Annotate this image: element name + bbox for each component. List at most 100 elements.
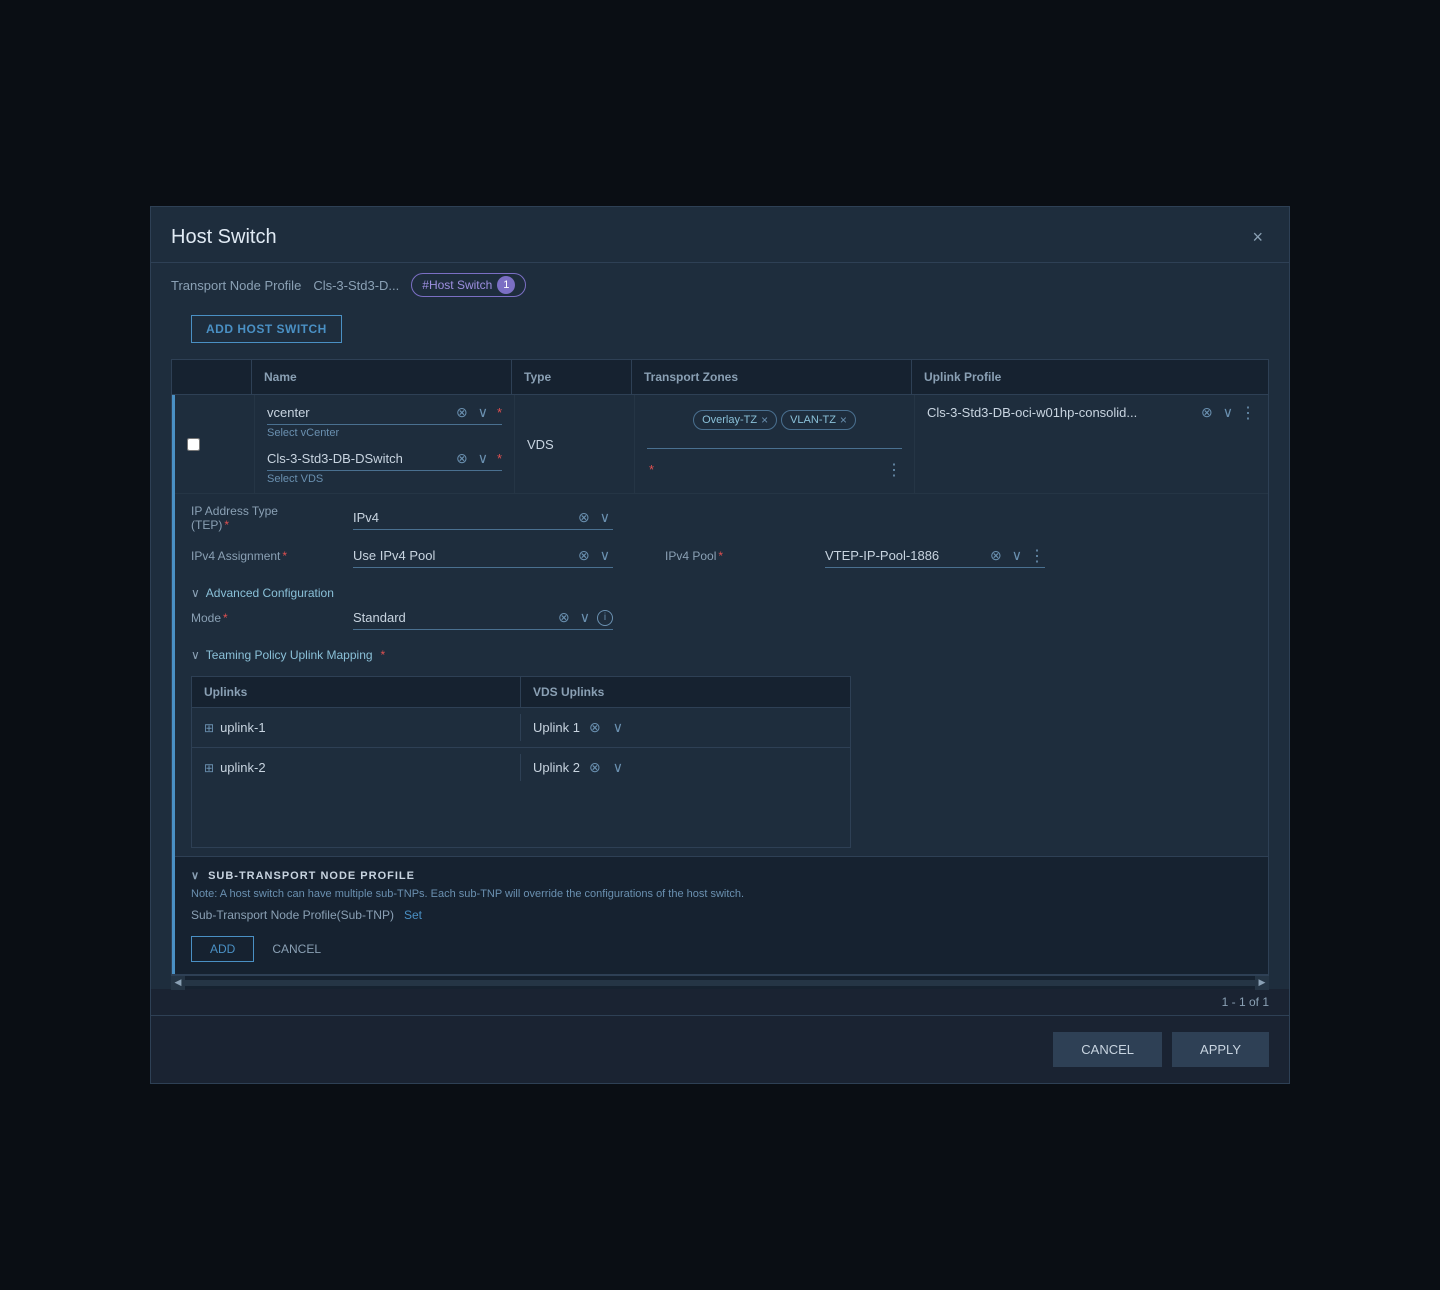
uplink-label-2: uplink-2 xyxy=(220,760,266,775)
mode-label: Mode* xyxy=(191,611,341,625)
scrollbar-track[interactable] xyxy=(185,980,1255,986)
ipv4-assignment-clear-button[interactable]: ⊗ xyxy=(575,546,593,565)
teaming-table: Uplinks VDS Uplinks ⊞ uplink-1 Uplink 1 xyxy=(191,676,851,848)
vds-required: * xyxy=(497,451,502,466)
tz-chip-label-2: VLAN-TZ xyxy=(790,414,836,426)
vcenter-clear-button[interactable]: ⊗ xyxy=(453,403,471,422)
sub-transport-section: ∨ SUB-TRANSPORT NODE PROFILE Note: A hos… xyxy=(175,856,1268,974)
col-header-checkbox xyxy=(172,360,252,394)
ip-type-clear-button[interactable]: ⊗ xyxy=(575,508,593,527)
vds-uplink-1-chevron[interactable]: ∨ xyxy=(610,718,626,737)
table-body: vcenter ⊗ ∨ * Select vCenter Cls-3-Std3-… xyxy=(172,395,1268,974)
teaming-row-1: ⊞ uplink-1 Uplink 1 ⊗ ∨ xyxy=(192,707,850,747)
row-uplink-profile-cell: Cls-3-Std3-DB-oci-w01hp-consolid... ⊗ ∨ … xyxy=(915,395,1268,493)
breadcrumb-label: Transport Node Profile xyxy=(171,278,301,293)
uplink-icon-1: ⊞ xyxy=(204,721,214,735)
mode-clear-button[interactable]: ⊗ xyxy=(555,608,573,627)
tz-more-button[interactable]: ⋮ xyxy=(886,460,902,480)
scroll-left-arrow[interactable]: ◀ xyxy=(171,976,185,990)
ipv4-pool-clear-button[interactable]: ⊗ xyxy=(987,546,1005,565)
host-switch-table: Name Type Transport Zones Uplink Profile xyxy=(171,359,1269,975)
host-switch-tag[interactable]: #Host Switch 1 xyxy=(411,273,526,297)
ipv4-assignment-value: Use IPv4 Pool xyxy=(353,544,571,567)
ipv4-assignment-label: IPv4 Assignment* xyxy=(191,549,341,563)
vcenter-value: vcenter xyxy=(267,405,449,420)
add-button[interactable]: ADD xyxy=(191,936,254,962)
transport-zone-chip-1: Overlay-TZ × xyxy=(693,410,777,430)
row-top: vcenter ⊗ ∨ * Select vCenter Cls-3-Std3-… xyxy=(175,395,1268,494)
col-header-transport-zones: Transport Zones xyxy=(632,360,912,394)
vds-uplink-2-chevron[interactable]: ∨ xyxy=(610,758,626,777)
tag-count: 1 xyxy=(497,276,515,294)
uplink-profile-field: Cls-3-Std3-DB-oci-w01hp-consolid... ⊗ ∨ xyxy=(927,403,1236,422)
teaming-policy-header[interactable]: ∨ Teaming Policy Uplink Mapping * xyxy=(191,642,1252,668)
ipv4-pool-chevron-button[interactable]: ∨ xyxy=(1009,546,1025,565)
mode-value: Standard xyxy=(353,606,551,629)
advanced-config-chevron-icon: ∨ xyxy=(191,586,200,600)
col-header-name: Name xyxy=(252,360,512,394)
teaming-vds-uplink-1[interactable]: Uplink 1 ⊗ ∨ xyxy=(521,712,850,743)
teaming-uplink-1: ⊞ uplink-1 xyxy=(192,714,521,741)
tz-chip-label-1: Overlay-TZ xyxy=(702,414,757,426)
pagination: 1 - 1 of 1 xyxy=(151,989,1289,1015)
row-transport-zones-cell: Overlay-TZ × VLAN-TZ × * ⋮ xyxy=(635,395,915,493)
teaming-vds-uplink-2[interactable]: Uplink 2 ⊗ ∨ xyxy=(521,752,850,783)
col-header-uplink-profile: Uplink Profile xyxy=(912,360,1268,394)
table-row: vcenter ⊗ ∨ * Select vCenter Cls-3-Std3-… xyxy=(172,395,1268,974)
breadcrumb: Transport Node Profile Cls-3-Std3-D... #… xyxy=(151,263,1289,307)
ipv4-pool-value: VTEP-IP-Pool-1886 xyxy=(825,544,983,567)
vcenter-required: * xyxy=(497,405,502,420)
row-checkbox[interactable] xyxy=(187,438,200,451)
uplink-profile-value: Cls-3-Std3-DB-oci-w01hp-consolid... xyxy=(927,405,1194,420)
vds-uplink-2-clear[interactable]: ⊗ xyxy=(586,758,604,777)
apply-button[interactable]: APPLY xyxy=(1172,1032,1269,1067)
mode-info-icon[interactable]: i xyxy=(597,610,613,626)
tz-chip-close-1[interactable]: × xyxy=(761,413,768,427)
sub-transport-profile-row: Sub-Transport Node Profile(Sub-TNP) Set xyxy=(191,908,1252,922)
vds-uplink-1-clear[interactable]: ⊗ xyxy=(586,718,604,737)
ipv4-assignment-chevron-button[interactable]: ∨ xyxy=(597,546,613,565)
vcenter-chevron-button[interactable]: ∨ xyxy=(475,403,491,422)
teaming-table-header: Uplinks VDS Uplinks xyxy=(192,677,850,707)
cancel-small-button[interactable]: CANCEL xyxy=(264,936,329,962)
ip-address-type-label: IP Address Type(TEP)* xyxy=(191,504,341,532)
tz-chip-close-2[interactable]: × xyxy=(840,413,847,427)
row-type-cell: VDS xyxy=(515,395,635,493)
select-vcenter-label: Select vCenter xyxy=(267,427,339,439)
teaming-uplink-2: ⊞ uplink-2 xyxy=(192,754,521,781)
vds-chevron-button[interactable]: ∨ xyxy=(475,449,491,468)
ip-address-type-field[interactable]: IPv4 ⊗ ∨ xyxy=(353,506,613,530)
teaming-row-2: ⊞ uplink-2 Uplink 2 ⊗ ∨ xyxy=(192,747,850,787)
advanced-config-header[interactable]: ∨ Advanced Configuration xyxy=(191,580,1252,606)
uplink-more-button[interactable]: ⋮ xyxy=(1240,403,1256,423)
ipv4-pool-label: IPv4 Pool* xyxy=(665,549,815,563)
uplink-chevron-button[interactable]: ∨ xyxy=(1220,403,1236,422)
sub-transport-note: Note: A host switch can have multiple su… xyxy=(191,888,1252,900)
ipv4-assignment-field[interactable]: Use IPv4 Pool ⊗ ∨ xyxy=(353,544,613,568)
ip-type-chevron-button[interactable]: ∨ xyxy=(597,508,613,527)
sub-transport-profile-label: Sub-Transport Node Profile(Sub-TNP) xyxy=(191,908,394,922)
col-header-type: Type xyxy=(512,360,632,394)
uplink-clear-button[interactable]: ⊗ xyxy=(1198,403,1216,422)
ipv4-pool-more-button[interactable]: ⋮ xyxy=(1029,546,1045,566)
sub-transport-chevron-icon[interactable]: ∨ xyxy=(191,869,200,882)
mode-chevron-button[interactable]: ∨ xyxy=(577,608,593,627)
add-host-switch-button[interactable]: ADD HOST SWITCH xyxy=(191,315,342,343)
pagination-text: 1 - 1 of 1 xyxy=(1222,995,1269,1009)
close-button[interactable]: × xyxy=(1246,225,1269,250)
horizontal-scrollbar[interactable]: ◀ ▶ xyxy=(171,975,1269,989)
cancel-button[interactable]: CANCEL xyxy=(1053,1032,1162,1067)
ip-address-type-value: IPv4 xyxy=(353,506,571,529)
ipv4-assignment-row: IPv4 Assignment* Use IPv4 Pool ⊗ ∨ IPv4 … xyxy=(191,544,1252,568)
vcenter-field: vcenter ⊗ ∨ * xyxy=(267,403,502,425)
scroll-right-arrow[interactable]: ▶ xyxy=(1255,976,1269,990)
action-row: ADD CANCEL xyxy=(191,936,1252,962)
tag-label: #Host Switch xyxy=(422,278,492,292)
vds-value: Cls-3-Std3-DB-DSwitch xyxy=(267,451,449,466)
vds-clear-button[interactable]: ⊗ xyxy=(453,449,471,468)
modal-title: Host Switch xyxy=(171,226,277,249)
sub-transport-set-link[interactable]: Set xyxy=(404,908,422,922)
mode-field[interactable]: Standard ⊗ ∨ i xyxy=(353,606,613,630)
vds-field: Cls-3-Std3-DB-DSwitch ⊗ ∨ * xyxy=(267,449,502,471)
ipv4-pool-field[interactable]: VTEP-IP-Pool-1886 ⊗ ∨ ⋮ xyxy=(825,544,1045,568)
